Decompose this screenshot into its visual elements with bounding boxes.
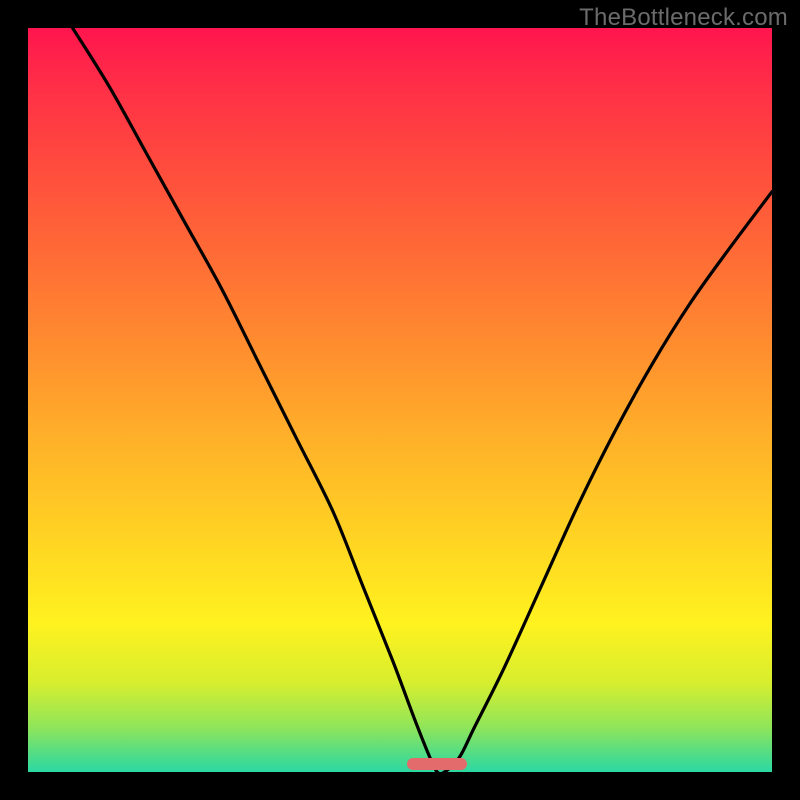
watermark-text: TheBottleneck.com <box>579 4 788 32</box>
plot-area <box>28 28 772 772</box>
bottleneck-curve <box>73 28 772 772</box>
curve-svg <box>28 28 772 772</box>
optimal-range-marker <box>407 758 467 770</box>
chart-frame: TheBottleneck.com <box>0 0 800 800</box>
